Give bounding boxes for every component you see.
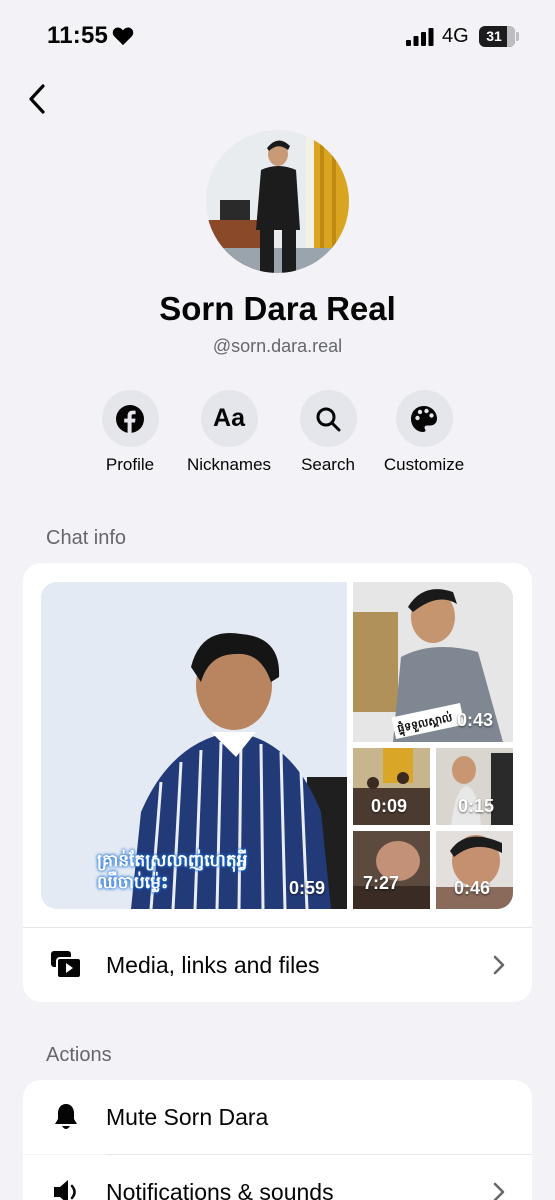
media-tile[interactable]: 7:27 <box>353 831 430 909</box>
bell-icon <box>49 1100 83 1134</box>
search-icon <box>316 407 341 431</box>
media-tile[interactable]: ផ្ទុំទទួលស្គាល់ 0:43 <box>353 582 513 742</box>
media-duration: 0:46 <box>454 878 491 898</box>
battery-icon: 31 <box>479 26 515 47</box>
speaker-icon <box>49 1175 83 1200</box>
mute-label: Mute Sorn Dara <box>106 1103 269 1130</box>
video-thumbnail <box>353 831 430 909</box>
actions-title: Actions <box>46 1044 112 1066</box>
media-files-icon <box>49 948 83 982</box>
profile-action-circle[interactable] <box>101 390 159 447</box>
profile-name: Sorn Dara Real <box>159 290 396 327</box>
notifications-label: Notifications & sounds <box>106 1178 334 1200</box>
battery-level: 31 <box>486 28 502 44</box>
back-button[interactable] <box>22 82 52 116</box>
media-links-files-row[interactable]: Media, links and files <box>23 928 532 1002</box>
avatar[interactable] <box>206 130 349 273</box>
customize-action[interactable]: Customize <box>374 390 474 475</box>
avatar-photo <box>206 130 349 273</box>
profile-action[interactable]: Profile <box>80 390 180 475</box>
media-duration: 0:43 <box>457 710 494 730</box>
media-caption: គ្រាន់តែស្រលាញ់ហេតុអ្វី ឈឺចាប់ម្ល៉េះ <box>97 851 248 892</box>
notifications-row[interactable]: Notifications & sounds <box>23 1155 532 1200</box>
mute-row[interactable]: Mute Sorn Dara <box>23 1080 532 1154</box>
media-tile[interactable]: 0:09 <box>353 748 430 825</box>
media-tile[interactable]: 0:15 <box>436 748 513 825</box>
media-tile[interactable]: 0:46 <box>436 831 513 909</box>
signal-icon <box>406 28 434 46</box>
search-action-circle[interactable] <box>299 390 357 447</box>
chat-info-title: Chat info <box>46 527 127 549</box>
nicknames-action[interactable]: Aa Nicknames <box>179 390 279 475</box>
heart-icon <box>112 27 134 46</box>
chevron-right-icon <box>493 1182 505 1200</box>
facebook-icon <box>116 404 144 433</box>
media-duration: 0:59 <box>289 878 326 898</box>
status-time: 11:55 <box>47 22 109 49</box>
search-action[interactable]: Search <box>278 390 378 475</box>
search-action-label: Search <box>301 455 355 474</box>
media-grid: គ្រាន់តែស្រលាញ់ហេតុអ្វី ឈឺចាប់ម្ល៉េះ 0:5… <box>41 582 513 909</box>
chevron-left-icon <box>29 84 45 114</box>
media-links-files-label: Media, links and files <box>106 951 320 978</box>
media-duration: 7:27 <box>363 873 400 893</box>
nicknames-action-circle[interactable]: Aa <box>200 390 258 447</box>
media-duration: 0:09 <box>371 796 408 816</box>
palette-icon <box>411 405 437 432</box>
nicknames-action-label: Nicknames <box>186 455 272 474</box>
aa-text-icon: Aa <box>213 404 245 432</box>
media-tile[interactable]: គ្រាន់តែស្រលាញ់ហេតុអ្វី ឈឺចាប់ម្ល៉េះ 0:5… <box>41 582 347 909</box>
customize-action-circle[interactable] <box>395 390 453 447</box>
status-bar: 11:55 4G 31 <box>0 0 555 72</box>
customize-action-label: Customize <box>383 455 465 474</box>
profile-handle: @sorn.dara.real <box>212 336 343 356</box>
media-duration: 0:15 <box>458 796 495 816</box>
chevron-right-icon <box>493 955 505 975</box>
profile-action-label: Profile <box>105 455 155 474</box>
network-type: 4G <box>442 25 469 47</box>
